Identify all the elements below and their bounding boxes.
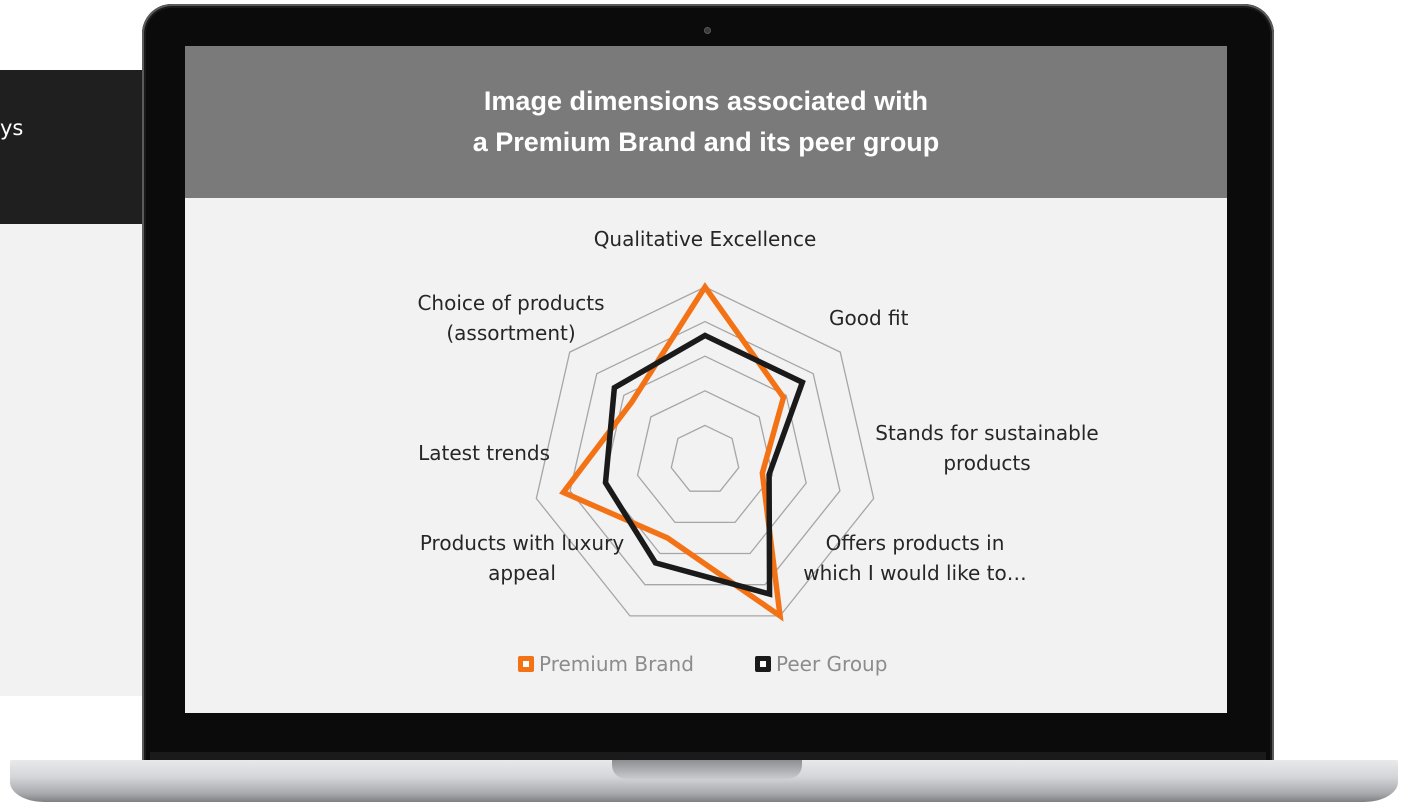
chart-title-line-2: a Premium Brand and its peer group	[472, 127, 940, 157]
grid-ring	[670, 424, 740, 492]
axis-label: Offers products in which I would like to…	[803, 531, 1026, 585]
legend-label: Premium Brand	[539, 652, 694, 676]
background-card-text: ys	[0, 116, 24, 140]
axis-label: Qualitative Excellence	[594, 227, 817, 251]
laptop-screen: Image dimensions associated with a Premi…	[185, 46, 1227, 713]
axis-label: Stands for sustainable products	[875, 421, 1098, 475]
grid-ring	[636, 390, 774, 523]
axis-label: Choice of products (assortment)	[417, 291, 604, 345]
legend-swatch-inner	[523, 661, 529, 667]
legend-swatch-inner	[760, 661, 766, 667]
camera-icon	[704, 27, 711, 34]
axis-label: Good fit	[829, 306, 909, 330]
laptop-notch	[612, 760, 802, 779]
axis-label: Products with luxury appeal	[420, 531, 624, 585]
chart-title-line-1: Image dimensions associated with	[483, 86, 929, 116]
legend-label: Peer Group	[776, 652, 887, 676]
radar-chart: Qualitative Excellence Good fit Stands for…	[417, 227, 1098, 676]
axis-label: Latest trends	[418, 441, 550, 465]
chart-header: Image dimensions associated with a Premi…	[185, 46, 1227, 198]
